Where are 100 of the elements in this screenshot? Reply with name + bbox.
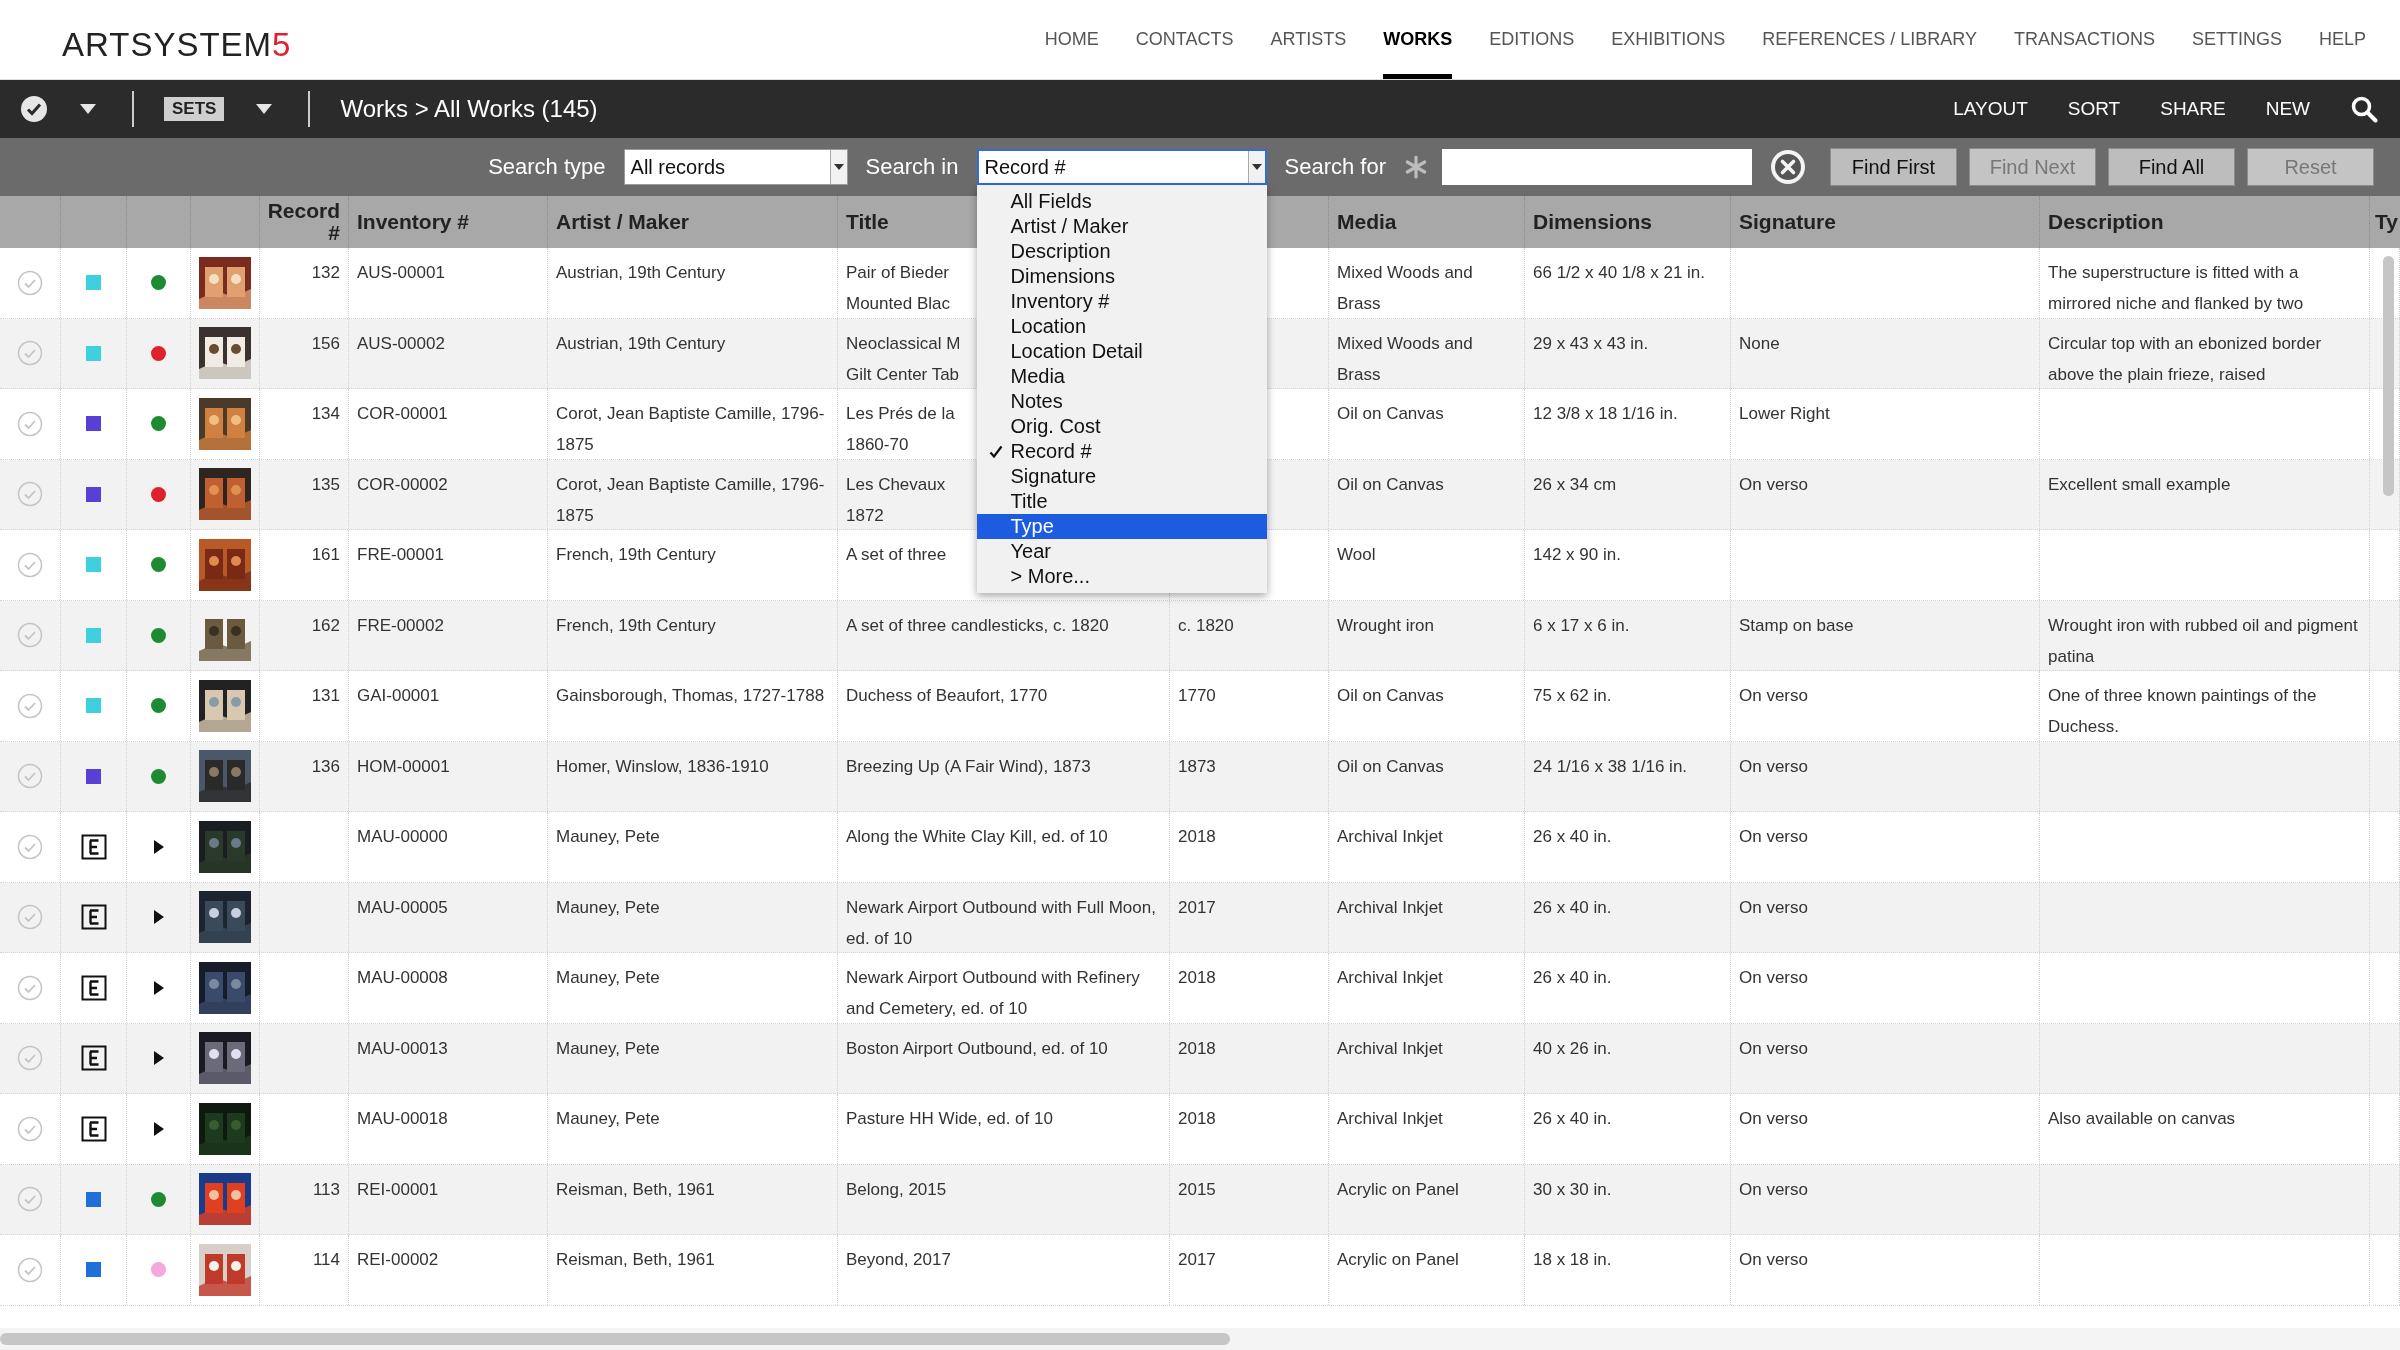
nav-tab[interactable]: HELP <box>2318 0 2366 79</box>
row-check-icon[interactable] <box>17 1045 43 1072</box>
row-check-icon[interactable] <box>17 410 43 437</box>
table-cell: On verso <box>1739 827 1808 846</box>
row-check-icon[interactable] <box>17 763 43 790</box>
table-cell: 132 <box>311 263 340 282</box>
nav-tab[interactable]: REFERENCES / LIBRARY <box>1762 0 1977 79</box>
table-cell: REI-00001 <box>357 1179 439 1199</box>
row-check-icon[interactable] <box>17 269 43 296</box>
table-cell: Oil on Canvas <box>1337 404 1444 423</box>
menu-item[interactable]: Type <box>976 514 1267 539</box>
table-cell: Mixed Woods and Brass <box>1337 263 1473 313</box>
table-cell: Archival Inkjet <box>1337 968 1443 987</box>
row-check-icon[interactable] <box>17 692 43 719</box>
table-cell: COR-00001 <box>357 404 448 423</box>
menu-item[interactable]: Artist / Maker <box>976 214 1267 239</box>
column-header[interactable]: Inventory # <box>357 210 470 234</box>
menu-item[interactable]: Title <box>976 489 1267 514</box>
table-cell: AUS-00002 <box>357 333 445 353</box>
menu-item[interactable]: Notes <box>976 389 1267 414</box>
row-check-icon[interactable] <box>17 1256 43 1283</box>
nav-tab[interactable]: ARTISTS <box>1270 0 1347 79</box>
row-check-icon[interactable] <box>17 833 43 860</box>
table-cell: 2018 <box>1178 1038 1216 1058</box>
table-cell: MAU-00018 <box>357 1109 448 1128</box>
nav-tab[interactable]: HOME <box>1044 0 1099 79</box>
column-header[interactable]: Media <box>1337 210 1397 234</box>
toolbar-link[interactable]: NEW <box>2265 98 2310 120</box>
caret-icon[interactable] <box>80 104 96 114</box>
menu-item[interactable]: Signature <box>976 464 1267 489</box>
row-check-icon[interactable] <box>17 481 43 508</box>
expand-icon[interactable] <box>152 1051 165 1066</box>
search-type-select[interactable]: All records <box>623 149 848 185</box>
table-cell: 29 x 43 x 43 in. <box>1533 333 1649 353</box>
row-check-icon[interactable] <box>17 1115 43 1142</box>
row-check-icon[interactable] <box>17 974 43 1001</box>
edition-icon <box>80 904 107 931</box>
search-in-select[interactable]: Record # <box>976 149 1267 185</box>
nav-tab[interactable]: EXHIBITIONS <box>1611 0 1726 79</box>
menu-item[interactable]: Location <box>976 314 1267 339</box>
menu-item[interactable]: Orig. Cost <box>976 414 1267 439</box>
scrollbar-thumb[interactable] <box>2383 256 2394 496</box>
table-cell: Newark Airport Outbound with Full Moon, ed. of 10 <box>846 897 1156 948</box>
table-cell: Reisman, Beth, 1961 <box>556 1179 715 1199</box>
column-header[interactable]: Record # <box>267 200 340 244</box>
column-header[interactable]: Dimensions <box>1533 210 1653 234</box>
toolbar-link[interactable]: SORT <box>2067 98 2121 120</box>
search-button[interactable]: Find First <box>1830 148 1957 186</box>
app-logo[interactable]: ARTSYSTEM5 <box>62 15 292 64</box>
search-for-label: Search for <box>1284 154 1386 180</box>
menu-item[interactable]: Record # <box>976 439 1267 464</box>
table-cell: Also available on canvas <box>2048 1109 2236 1128</box>
row-check-icon[interactable] <box>17 904 43 931</box>
menu-item[interactable]: All Fields <box>976 189 1267 214</box>
row-check-icon[interactable] <box>17 1186 43 1213</box>
search-field[interactable] <box>1442 149 1752 185</box>
table-cell: Along the White Clay Kill, ed. of 10 <box>846 827 1108 846</box>
nav-tab[interactable]: EDITIONS <box>1489 0 1575 79</box>
expand-icon[interactable] <box>152 839 165 854</box>
check-circle-icon[interactable] <box>20 95 48 123</box>
menu-item[interactable]: > More... <box>976 564 1267 589</box>
expand-icon[interactable] <box>152 910 165 925</box>
toolbar-link[interactable]: LAYOUT <box>1953 98 2028 120</box>
scrollbar-thumb[interactable] <box>0 1333 1230 1345</box>
menu-item[interactable]: Description <box>976 239 1267 264</box>
column-header[interactable]: Description <box>2048 210 2164 234</box>
nav-tab[interactable]: SETTINGS <box>2191 0 2282 79</box>
table-cell: On verso <box>1739 1179 1808 1199</box>
expand-icon[interactable] <box>152 1121 165 1136</box>
search-button[interactable]: Find All <box>2108 148 2235 186</box>
row-check-icon[interactable] <box>17 551 43 578</box>
table-cell: Les Prés de la 1860-70 <box>846 404 955 454</box>
menu-item[interactable]: Dimensions <box>976 264 1267 289</box>
menu-item[interactable]: Inventory # <box>976 289 1267 314</box>
table-cell: On verso <box>1739 1250 1808 1269</box>
row-check-icon[interactable] <box>17 340 43 367</box>
table-cell: The superstructure is fitted with a mirrored niche and flanked by two <box>2048 263 2304 313</box>
caret-icon[interactable] <box>256 104 273 114</box>
toolbar-link[interactable]: SHARE <box>2160 98 2226 120</box>
row-check-icon[interactable] <box>17 622 43 649</box>
column-header[interactable]: Ty <box>2375 210 2398 234</box>
expand-icon[interactable] <box>152 980 165 995</box>
menu-item[interactable]: Location Detail <box>976 339 1267 364</box>
table-cell: 2018 <box>1178 1109 1216 1128</box>
sets-button[interactable]: SETS <box>164 97 225 121</box>
search-icon[interactable] <box>2350 95 2378 123</box>
caret-icon <box>833 164 844 170</box>
menu-item[interactable]: Year <box>976 539 1267 564</box>
asterisk-icon[interactable] <box>1404 155 1428 179</box>
nav-tab[interactable]: CONTACTS <box>1135 0 1234 79</box>
table-cell: GAI-00001 <box>357 686 440 705</box>
column-header[interactable]: Title <box>846 210 889 234</box>
search-type-label: Search type <box>488 154 606 180</box>
clear-icon[interactable] <box>1770 149 1806 185</box>
nav-tab[interactable]: TRANSACTIONS <box>2013 0 2155 79</box>
column-header[interactable]: Signature <box>1739 210 1836 234</box>
table-cell: Austrian, 19th Century <box>556 333 726 353</box>
menu-item[interactable]: Media <box>976 364 1267 389</box>
column-header[interactable]: Artist / Maker <box>556 210 690 234</box>
table-cell: Acrylic on Panel <box>1337 1179 1459 1199</box>
